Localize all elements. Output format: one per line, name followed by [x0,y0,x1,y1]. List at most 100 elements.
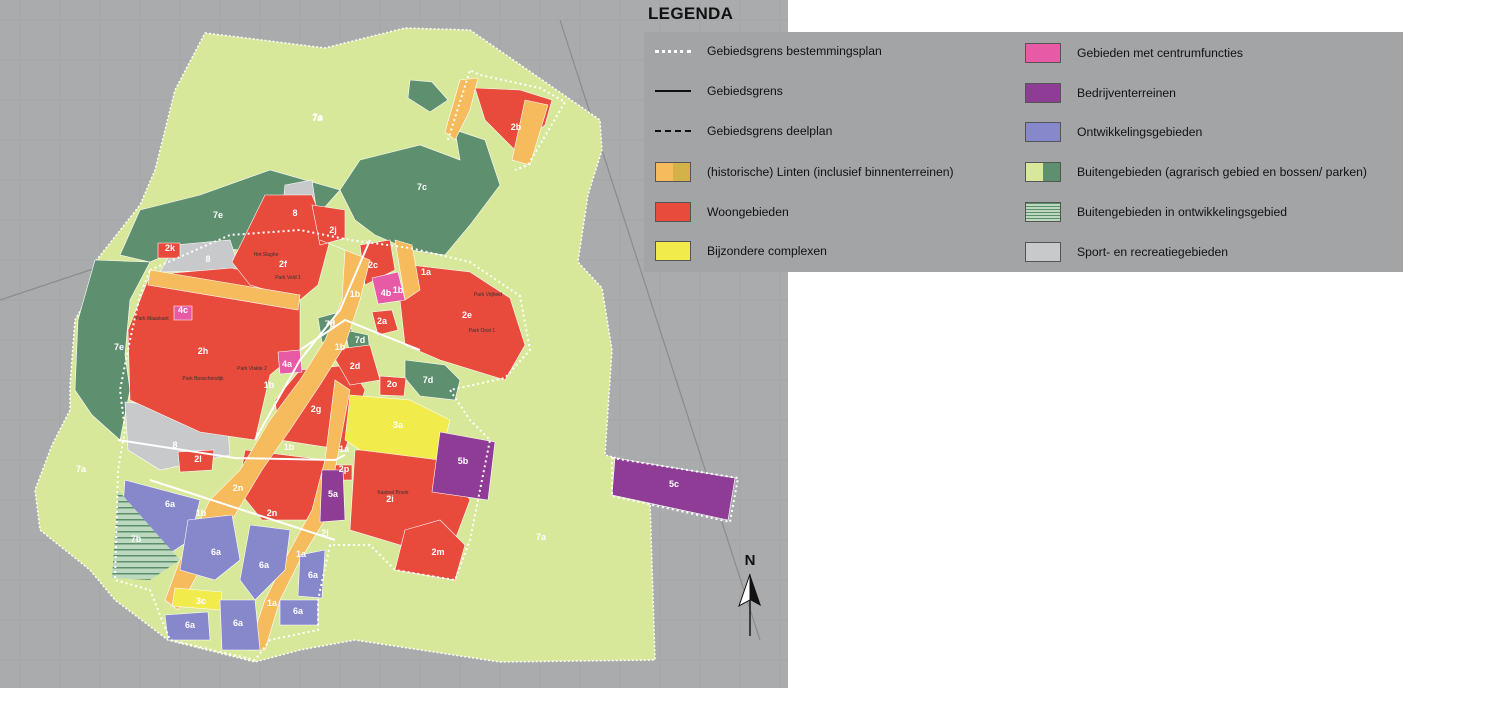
zone-label: 7d [423,375,434,385]
zone-label: 8 [292,208,297,218]
zone-label: 2c [368,260,378,270]
zone-label: 6a [233,618,244,628]
zone-label: 7c [417,182,427,192]
legend-item-linten: (historische) Linten (inclusief binnente… [655,161,954,183]
buitengebieden-swatch-icon [1025,162,1061,182]
zone-label: 1a [421,267,432,277]
zone-label: 7e [213,210,223,220]
legend-label: Buitengebieden in ontwikkelingsgebied [1077,205,1288,219]
zone-label: 8 [172,440,177,450]
zone-label: 2i [321,528,329,538]
place-label: Park Maaskant [135,316,169,322]
place-label: Park Oost 1 [469,328,496,334]
zone-label: 6a [185,620,196,630]
legend-label: Buitengebieden (agrarisch gebied en boss… [1077,165,1367,179]
zone-label: 1b [284,442,295,452]
place-label: Het Slaghe [254,252,279,258]
zone-label: 7b [131,534,142,544]
zone-label: 3a [393,420,404,430]
zone-label: 1a [296,549,307,559]
zone-label: 2l [194,454,202,464]
legend-label: Gebiedsgrens deelplan [707,124,833,138]
zone-label: 4a [282,359,293,369]
legend-item-woongebieden: Woongebieden [655,201,789,223]
legend-label: Sport- en recreatiegebieden [1077,245,1229,259]
legend-item-gebiedsgrens: Gebiedsgrens [655,80,783,102]
zone-label: 5c [669,479,679,489]
place-label: Park Vlakte 2 [237,366,267,372]
zone-label: 7a [76,464,87,474]
zone-label: 4c [178,305,188,315]
dashed-line-icon [655,121,691,141]
legend-label: Ontwikkelingsgebieden [1077,125,1203,139]
zone-label: 2m [431,547,444,557]
zone-label: 2f [279,259,288,269]
legend-item-ontwikkelingsgebieden: Ontwikkelingsgebieden [1025,121,1202,143]
legend-item-centrumfuncties: Gebieden met centrumfuncties [1025,42,1243,64]
zone-label: 3c [196,596,206,606]
zone-label: 2j [329,225,337,235]
ontwikkeling-swatch-icon [1025,122,1061,142]
legend-label: (historische) Linten (inclusief binnente… [707,165,954,179]
zone-label: 2h [198,346,209,356]
legend-box: Gebiedsgrens bestemmingsplan Gebiedsgren… [644,32,1403,272]
zone-label: 8 [205,254,210,264]
zone-label: 2d [350,361,361,371]
zone-label: 6a [211,547,222,557]
legend-item-gebiedsgrens-deelplan: Gebiedsgrens deelplan [655,120,832,142]
zone-label: 5b [458,456,469,466]
zone-label: 1a [339,444,350,454]
zone-label: 2n [233,483,244,493]
legend-label: Bijzondere complexen [707,244,827,258]
zone-label: 6a [259,560,270,570]
zone-label: 7d [355,335,366,345]
legend-label: Woongebieden [707,205,789,219]
zone-label: 1b [350,289,361,299]
woongebieden-swatch-icon [655,202,691,222]
linten-swatch-icon [655,162,691,182]
place-label: Park Vrijheid [474,292,502,298]
zone-label: 2k [165,243,176,253]
zone-label: 4b [381,288,392,298]
legend-item-bedrijventerreinen: Bedrijventerreinen [1025,82,1176,104]
zone-label: 6a [165,499,176,509]
zone-label: 2n [267,508,278,518]
legend-title: LEGENDA [648,4,734,23]
centrum-swatch-icon [1025,43,1061,63]
zone-label: 2a [377,316,388,326]
zone-label: 1b [196,508,207,518]
zone-label: 1b [393,285,404,295]
zone-label: 7a [536,532,547,542]
bedrijven-swatch-icon [1025,83,1061,103]
zone-label: 2o [387,379,398,389]
sport-swatch-icon [1025,242,1061,262]
legend-label: Bedrijventerreinen [1077,86,1176,100]
zone-label: 2p [339,464,350,474]
bijzondere-swatch-icon [655,241,691,261]
place-label: Park Bosschendijk [182,376,224,382]
legend-label: Gebieden met centrumfuncties [1077,46,1243,60]
legend-item-sport-recreatie: Sport- en recreatiegebieden [1025,241,1228,263]
zone-label: 2b [511,122,522,132]
legend-label: Gebiedsgrens bestemmingsplan [707,44,882,58]
zone-label: 7a [313,112,324,122]
legend-label: Gebiedsgrens [707,84,783,98]
solid-line-icon [655,81,691,101]
zone-label: 1b [335,342,346,352]
zone-label: 1b [264,380,275,390]
legend-item-gebiedsgrens-bestemmingsplan: Gebiedsgrens bestemmingsplan [655,40,882,62]
zone-label: 1a [267,598,278,608]
zone-label: 7d [325,319,336,329]
place-label: Park Veld 1 [275,275,301,281]
north-label: N [745,552,756,569]
zone-label: 2e [462,310,472,320]
zone-label: 6a [308,570,319,580]
legend-item-buitengebieden: Buitengebieden (agrarisch gebied en boss… [1025,161,1367,183]
zone-label: 7e [114,342,124,352]
zone-label: 5a [328,489,339,499]
legend-item-bijzondere-complexen: Bijzondere complexen [655,240,827,262]
hatch-swatch-icon [1025,202,1061,222]
zone-label: 2g [311,404,322,414]
dotted-line-icon [655,41,691,61]
place-label: Kasteel Broek [377,490,409,496]
